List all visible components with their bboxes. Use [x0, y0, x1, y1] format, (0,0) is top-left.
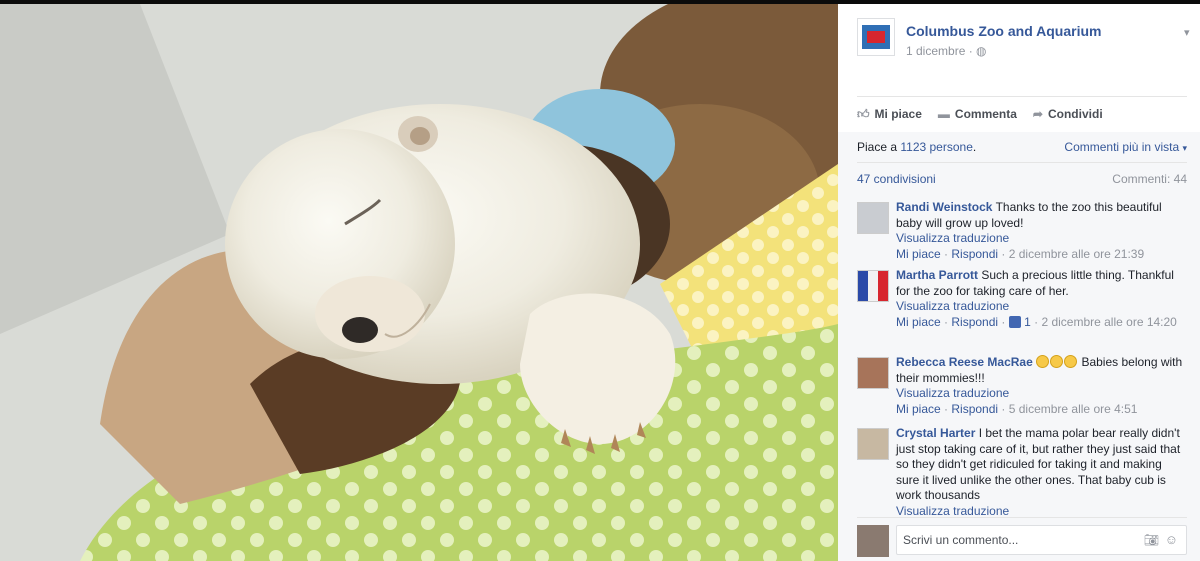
- post-photo[interactable]: [0, 4, 838, 561]
- likes-summary: Piace a 1123 persone. Commenti più in vi…: [857, 140, 1187, 154]
- sad-emoji-icon: [1064, 355, 1078, 368]
- comment-time[interactable]: 2 dicembre alle ore 21:39: [1009, 247, 1144, 261]
- chevron-down-icon[interactable]: ▾: [1184, 26, 1190, 39]
- post-actions: 👍︎ Mi piace ▬ Commenta ➦ Condividi: [857, 104, 1187, 124]
- comment-button[interactable]: ▬ Commenta: [938, 107, 1017, 121]
- comment-body: Rebecca Reese MacRae Babies belong with …: [896, 355, 1187, 417]
- comment-like-link[interactable]: Mi piace: [896, 402, 941, 416]
- meta-separator: ·: [1030, 314, 1042, 329]
- comment-meta: Mi piace · Rispondi · 1 · 2 dicembre all…: [896, 315, 1187, 331]
- comment-reply-link[interactable]: Rispondi: [951, 402, 998, 416]
- comment-like-count[interactable]: 1: [1024, 315, 1031, 329]
- avatar[interactable]: [857, 357, 889, 389]
- top-comments-label: Commenti più in vista: [1064, 140, 1180, 154]
- zoo-logo-icon: [862, 25, 890, 49]
- comment-item: Randi Weinstock Thanks to the zoo this b…: [857, 200, 1187, 268]
- post-date[interactable]: 1 dicembre · ◍: [906, 44, 987, 58]
- divider: [857, 162, 1187, 163]
- comment-item: Crystal Harter I bet the mama polar bear…: [857, 426, 1187, 517]
- sad-emoji-icon: [1036, 355, 1050, 368]
- globe-icon: ◍: [976, 44, 987, 58]
- meta-separator: ·: [940, 246, 952, 261]
- smiley-icon[interactable]: ☺: [1165, 532, 1178, 547]
- sad-emoji-icon: [1050, 355, 1064, 368]
- post-header: Columbus Zoo and Aquarium 1 dicembre · ◍…: [857, 18, 1190, 68]
- comment-author[interactable]: Martha Parrott: [896, 268, 978, 282]
- comment-body: Randi Weinstock Thanks to the zoo this b…: [896, 200, 1187, 262]
- translate-link[interactable]: Visualizza traduzione: [896, 386, 1187, 402]
- like-label: Mi piace: [874, 107, 922, 121]
- translate-link[interactable]: Visualizza traduzione: [896, 231, 1187, 247]
- avatar[interactable]: [857, 202, 889, 234]
- comment-reply-link[interactable]: Rispondi: [951, 247, 998, 261]
- comment-like-link[interactable]: Mi piace: [896, 315, 941, 329]
- comment-time[interactable]: 2 dicembre alle ore 14:20: [1041, 315, 1176, 329]
- caret-down-icon: ▾: [1182, 143, 1187, 153]
- comment-author[interactable]: Rebecca Reese MacRae: [896, 355, 1033, 369]
- meta-separator: ·: [998, 401, 1009, 416]
- comment-item: Rebecca Reese MacRae Babies belong with …: [857, 355, 1187, 426]
- meta-separator: ·: [998, 246, 1009, 261]
- share-label: Condividi: [1047, 107, 1103, 121]
- translate-link[interactable]: Visualizza traduzione: [896, 504, 1187, 518]
- meta-separator: ·: [940, 314, 952, 329]
- meta-separator: ·: [940, 401, 952, 416]
- feedback-section: Piace a 1123 persone. Commenti più in vi…: [838, 132, 1200, 561]
- comment-reply-link[interactable]: Rispondi: [951, 315, 998, 329]
- camera-icon[interactable]: 📷︎: [1144, 533, 1159, 547]
- comment-list[interactable]: Randi Weinstock Thanks to the zoo this b…: [857, 200, 1187, 517]
- thumbs-up-icon: 👍︎: [857, 106, 870, 121]
- share-icon: ➦: [1032, 107, 1043, 121]
- avatar[interactable]: [857, 270, 889, 302]
- comment-meta: Mi piace · Rispondi · 5 dicembre alle or…: [896, 402, 1187, 418]
- share-button[interactable]: ➦ Condividi: [1033, 107, 1103, 121]
- likes-prefix: Piace a: [857, 140, 901, 154]
- comments-count: Commenti: 44: [1112, 172, 1187, 186]
- page-name[interactable]: Columbus Zoo and Aquarium: [906, 23, 1101, 39]
- comment-body: Crystal Harter I bet the mama polar bear…: [896, 426, 1187, 517]
- meta-separator: ·: [998, 314, 1009, 329]
- likes-link[interactable]: 1123 persone: [900, 140, 973, 154]
- comment-like-link[interactable]: Mi piace: [896, 247, 941, 261]
- comment-icon: ▬: [937, 107, 950, 121]
- comment-time[interactable]: 5 dicembre alle ore 4:51: [1009, 402, 1138, 416]
- comment-body: Martha Parrott Such a precious little th…: [896, 268, 1187, 330]
- like-count-icon: [1008, 315, 1021, 328]
- like-button[interactable]: 👍︎ Mi piace: [857, 107, 922, 122]
- page-avatar[interactable]: [857, 18, 895, 56]
- divider: [857, 96, 1187, 97]
- divider: [857, 517, 1187, 518]
- top-comments-dropdown[interactable]: Commenti più in vista ▾: [1064, 140, 1187, 154]
- comment-meta: Mi piace · Rispondi · 2 dicembre alle or…: [896, 247, 1187, 263]
- comment-item: Martha Parrott Such a precious little th…: [857, 268, 1187, 355]
- date-separator: ·: [965, 44, 977, 58]
- comment-author[interactable]: Randi Weinstock: [896, 200, 992, 214]
- polar-bear-cub-photo: [0, 4, 838, 561]
- post-panel: Columbus Zoo and Aquarium 1 dicembre · ◍…: [838, 4, 1200, 561]
- avatar[interactable]: [857, 525, 889, 557]
- shares-link[interactable]: 47 condivisioni: [857, 172, 936, 186]
- likes-suffix: .: [972, 140, 977, 154]
- translate-link[interactable]: Visualizza traduzione: [896, 299, 1187, 315]
- shares-summary: 47 condivisioni Commenti: 44: [857, 172, 1187, 186]
- comment-composer: 📷︎ ☺: [857, 521, 1187, 557]
- comment-label: Commenta: [954, 107, 1017, 121]
- post-date-text[interactable]: 1 dicembre: [906, 44, 965, 58]
- avatar[interactable]: [857, 428, 889, 460]
- comment-author[interactable]: Crystal Harter: [896, 426, 975, 440]
